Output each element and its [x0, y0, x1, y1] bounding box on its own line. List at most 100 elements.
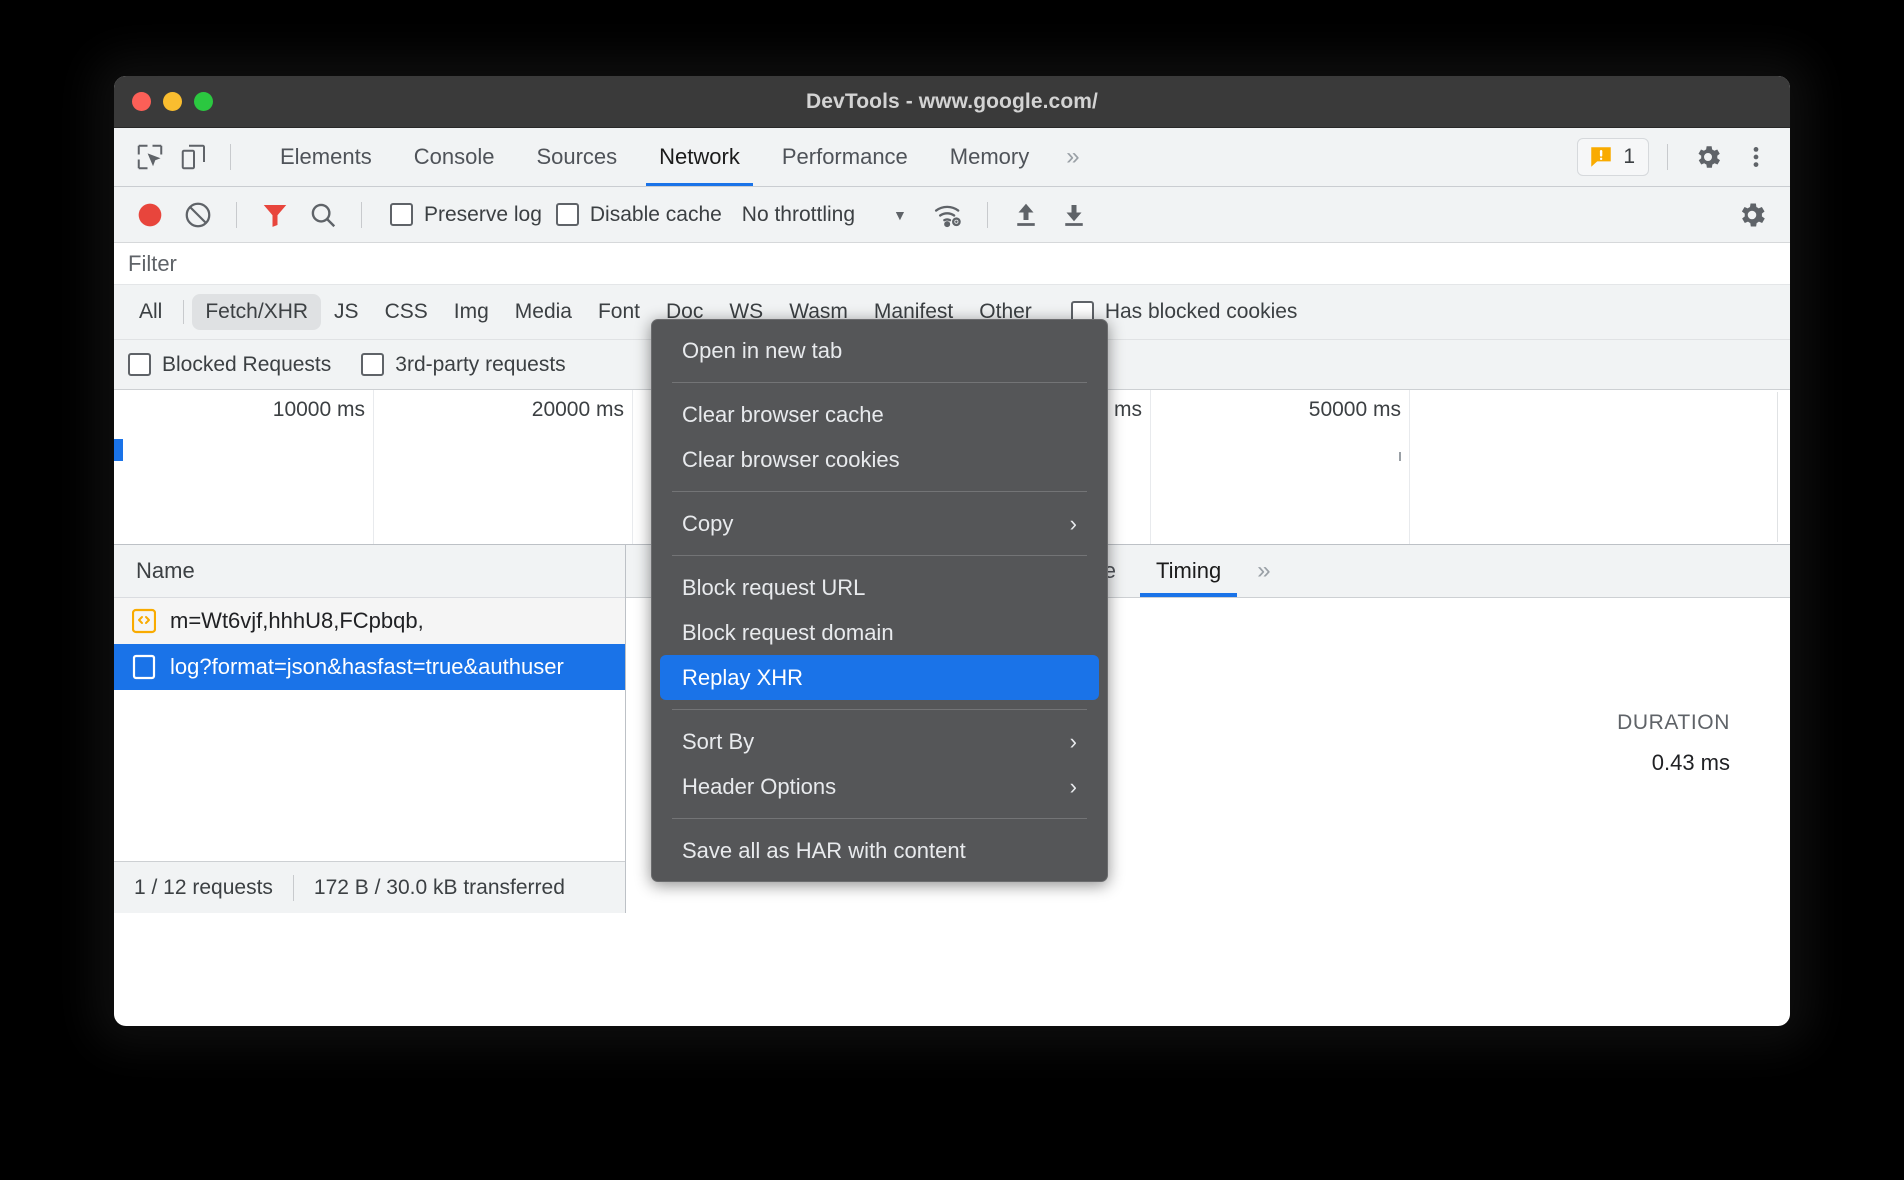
request-list-header[interactable]: Name	[114, 545, 625, 598]
overview-scrollbar[interactable]	[1777, 392, 1786, 542]
window-title: DevTools - www.google.com/	[114, 90, 1790, 114]
menu-item-label: Clear browser cookies	[682, 447, 900, 473]
network-settings-gear-icon[interactable]	[1728, 191, 1776, 239]
menu-item-label: Replay XHR	[682, 665, 803, 691]
transferred-size: 172 B / 30.0 kB transferred	[294, 876, 585, 900]
menu-separator	[672, 818, 1087, 819]
request-list-pane: Name m=Wt6vjf,hhhU8,FCpbqb,	[114, 545, 626, 913]
overview-tick-label: 10000 ms	[273, 398, 373, 422]
network-toolbar: Preserve log Disable cache No throttling…	[114, 187, 1790, 243]
menu-item-block-request-domain[interactable]: Block request domain	[660, 610, 1099, 655]
table-row[interactable]: m=Wt6vjf,hhhU8,FCpbqb,	[114, 598, 625, 644]
kebab-menu-icon[interactable]	[1734, 135, 1778, 179]
blocked-requests-checkbox[interactable]: Blocked Requests	[128, 353, 331, 377]
menu-item-label: Header Options	[682, 774, 836, 800]
warning-badge[interactable]: 1	[1577, 138, 1649, 176]
inspect-element-icon[interactable]	[128, 135, 172, 179]
filter-input[interactable]: Filter	[114, 251, 177, 277]
clear-button[interactable]	[174, 191, 222, 239]
filter-button[interactable]	[251, 191, 299, 239]
export-har-icon[interactable]	[1050, 191, 1098, 239]
checkbox-box	[361, 353, 384, 376]
menu-item-label: Block request URL	[682, 575, 865, 601]
toolbar-divider	[230, 144, 231, 170]
tab-console[interactable]: Console	[393, 128, 516, 186]
network-toolbar-right	[1728, 191, 1776, 239]
type-filter-media[interactable]: Media	[502, 294, 585, 330]
menu-item-label: Sort By	[682, 729, 754, 755]
menu-separator	[672, 709, 1087, 710]
menu-item-replay-xhr[interactable]: Replay XHR	[660, 655, 1099, 700]
window-titlebar: DevTools - www.google.com/	[114, 76, 1790, 128]
type-filter-img[interactable]: Img	[441, 294, 502, 330]
tab-label: Console	[414, 144, 495, 170]
tab-timing[interactable]: Timing	[1136, 545, 1241, 597]
checkbox-box	[390, 203, 413, 226]
tab-sources[interactable]: Sources	[515, 128, 638, 186]
disable-cache-label: Disable cache	[590, 203, 722, 227]
third-party-requests-checkbox[interactable]: 3rd-party requests	[361, 353, 565, 377]
tab-memory[interactable]: Memory	[929, 128, 1050, 186]
chevron-right-icon: ›	[1070, 774, 1077, 800]
panel-tabs: Elements Console Sources Network Perform…	[259, 128, 1096, 186]
tab-label: Memory	[950, 144, 1029, 170]
toolbar-divider	[987, 202, 988, 228]
network-conditions-icon[interactable]	[925, 191, 973, 239]
network-context-menu: Open in new tab Clear browser cache Clea…	[651, 319, 1108, 882]
overview-gridline	[373, 390, 374, 544]
type-filter-css[interactable]: CSS	[372, 294, 441, 330]
request-list-empty-area	[114, 690, 625, 861]
overview-request-bar	[114, 439, 123, 461]
import-har-icon[interactable]	[1002, 191, 1050, 239]
menu-item-copy[interactable]: Copy ›	[660, 501, 1099, 546]
request-name: m=Wt6vjf,hhhU8,FCpbqb,	[170, 608, 424, 634]
menu-item-block-request-url[interactable]: Block request URL	[660, 565, 1099, 610]
network-status-bar: 1 / 12 requests 172 B / 30.0 kB transfer…	[114, 861, 625, 913]
tab-network[interactable]: Network	[638, 128, 761, 186]
menu-separator	[672, 491, 1087, 492]
tab-elements[interactable]: Elements	[259, 128, 393, 186]
type-filter-js[interactable]: JS	[321, 294, 372, 330]
tab-label: Sources	[536, 144, 617, 170]
menu-separator	[672, 555, 1087, 556]
overview-tick-label: 20000 ms	[532, 398, 632, 422]
overview-gridline	[1409, 390, 1410, 544]
menu-item-clear-browser-cookies[interactable]: Clear browser cookies	[660, 437, 1099, 482]
more-tabs-icon[interactable]: »	[1050, 143, 1095, 171]
tab-label: Performance	[782, 144, 908, 170]
overview-tick-label: 50000 ms	[1309, 398, 1409, 422]
chevron-right-icon: ›	[1070, 511, 1077, 537]
type-divider	[183, 300, 184, 324]
type-filter-all[interactable]: All	[126, 294, 175, 330]
disable-cache-checkbox[interactable]: Disable cache	[556, 203, 722, 227]
more-detail-tabs-icon[interactable]: »	[1241, 557, 1286, 585]
menu-item-open-in-new-tab[interactable]: Open in new tab	[660, 328, 1099, 373]
requests-count: 1 / 12 requests	[114, 876, 293, 900]
table-row[interactable]: log?format=json&hasfast=true&authuser	[114, 644, 625, 690]
warning-icon	[1588, 144, 1614, 170]
devtools-window: DevTools - www.google.com/ Elements Cons…	[114, 76, 1790, 1026]
third-party-requests-label: 3rd-party requests	[395, 353, 565, 377]
menu-item-clear-browser-cache[interactable]: Clear browser cache	[660, 392, 1099, 437]
device-toolbar-icon[interactable]	[172, 135, 216, 179]
search-button[interactable]	[299, 191, 347, 239]
gear-icon[interactable]	[1686, 135, 1730, 179]
menu-item-header-options[interactable]: Header Options ›	[660, 764, 1099, 809]
throttling-dropdown[interactable]: No throttling ▼	[742, 203, 907, 227]
menu-item-sort-by[interactable]: Sort By ›	[660, 719, 1099, 764]
tabstrip-actions: 1	[1577, 128, 1778, 186]
type-filter-font[interactable]: Font	[585, 294, 653, 330]
tab-label: Network	[659, 144, 740, 170]
chevron-right-icon: ›	[1070, 729, 1077, 755]
menu-item-save-all-as-har[interactable]: Save all as HAR with content	[660, 828, 1099, 873]
preserve-log-label: Preserve log	[424, 203, 542, 227]
type-filter-fetch-xhr[interactable]: Fetch/XHR	[192, 294, 321, 330]
document-file-icon	[132, 654, 156, 680]
toolbar-divider	[361, 202, 362, 228]
request-name: log?format=json&hasfast=true&authuser	[170, 654, 564, 680]
preserve-log-checkbox[interactable]: Preserve log	[390, 203, 542, 227]
tab-performance[interactable]: Performance	[761, 128, 929, 186]
column-header-name: Name	[136, 558, 195, 584]
menu-item-label: Copy	[682, 511, 733, 537]
record-button[interactable]	[126, 191, 174, 239]
